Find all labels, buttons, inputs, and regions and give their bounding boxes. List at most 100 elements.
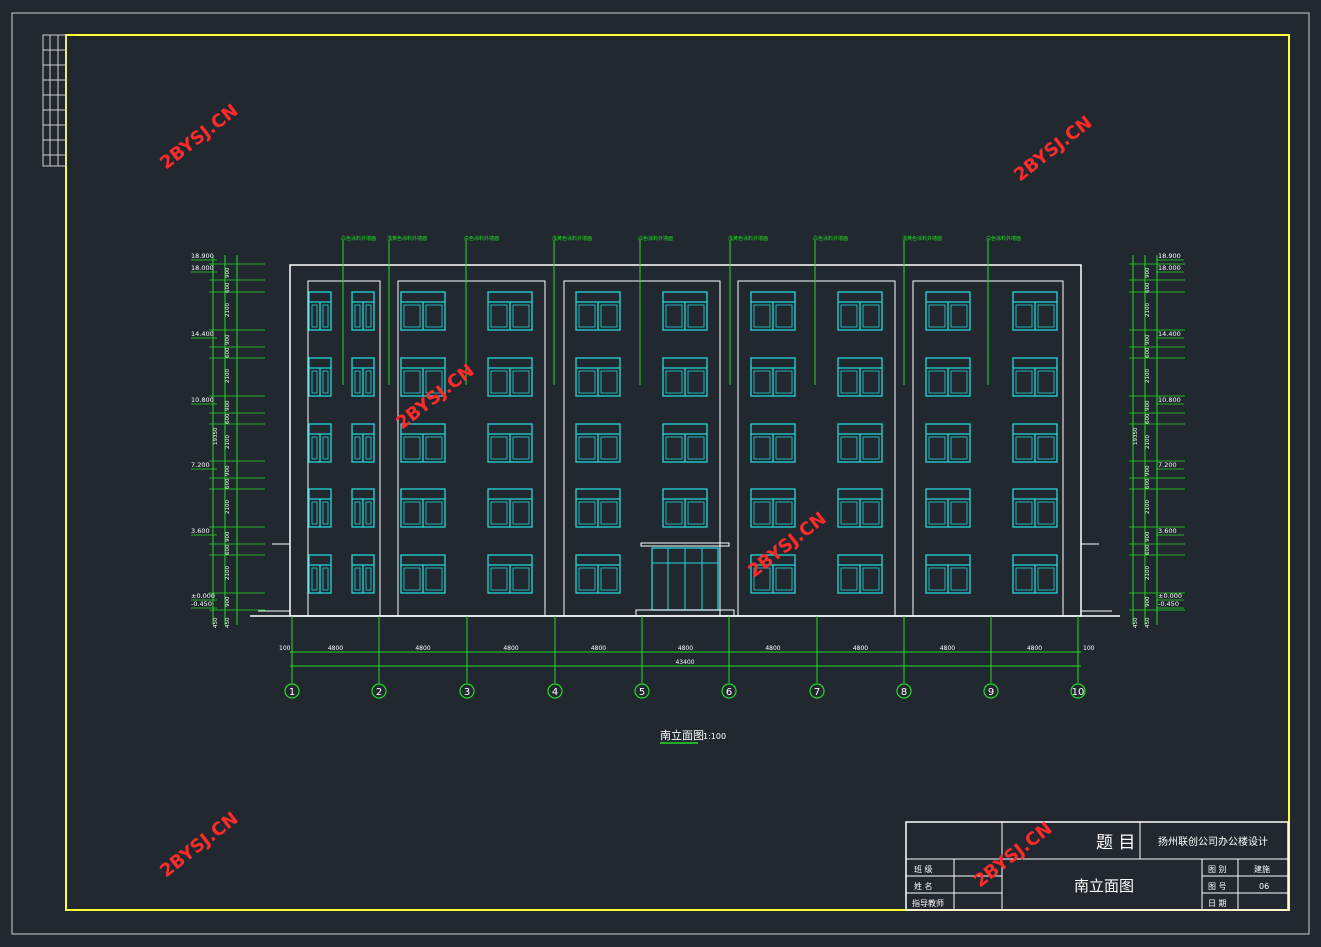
annotation-text: 浅黄色涂料外墙面	[728, 235, 768, 242]
window-sash	[354, 304, 361, 328]
window-sash	[512, 304, 530, 328]
window-sash	[687, 304, 705, 328]
vertical-dim-text: 600	[225, 544, 231, 555]
vertical-dim-text: 450	[213, 617, 219, 628]
vertical-dim-text: 2100	[225, 500, 231, 514]
bay-dim-text: 4800	[940, 645, 955, 652]
window-sash	[490, 370, 508, 394]
title-block: 题 目 扬州联创公司办公楼设计 南立面图 班 级 姓 名 指导教师 图 别 图 …	[905, 821, 1289, 911]
window-sash	[354, 436, 361, 460]
window-sash	[753, 501, 771, 525]
window-sash	[1015, 567, 1033, 591]
window-sash	[403, 304, 421, 328]
bay-dim-text: 4800	[678, 645, 693, 652]
window-sash	[862, 436, 880, 460]
vertical-dim-text: 2100	[1145, 303, 1151, 317]
entrance-canopy	[640, 542, 730, 547]
entrance-steps	[635, 609, 735, 617]
window	[487, 423, 533, 463]
window	[662, 488, 708, 528]
level-label: 3.600	[1158, 527, 1177, 535]
bay-dim-text: 4800	[328, 645, 343, 652]
vertical-dim-text: 600	[225, 413, 231, 424]
vertical-dim-text: 2100	[225, 369, 231, 383]
window	[750, 488, 796, 528]
window-sash	[862, 370, 880, 394]
window	[487, 554, 533, 594]
window-sash	[578, 370, 596, 394]
window	[400, 488, 446, 528]
title-number-label: 图 号	[1208, 882, 1227, 891]
vertical-dim-text: 19350	[213, 427, 219, 445]
window-sash	[753, 370, 771, 394]
bay-dim-text: 4800	[853, 645, 868, 652]
level-label: 10.800	[191, 396, 214, 404]
window-sash	[950, 370, 968, 394]
window-sash	[578, 436, 596, 460]
vertical-dim-text: 600	[1145, 347, 1151, 358]
axis-label: 3	[464, 687, 470, 698]
window-sash	[403, 370, 421, 394]
window-sash	[578, 501, 596, 525]
window-sash	[322, 304, 329, 328]
window	[837, 357, 883, 397]
axis-label: 5	[639, 687, 645, 698]
watermark: 2BYSJ.CN	[1010, 112, 1096, 186]
window-sash	[950, 501, 968, 525]
window-sash	[840, 436, 858, 460]
dimension-lines: 白色涂料外墙面 浅黄色涂料外墙面 白色涂料外墙面 浅黄色涂料外墙面 白色涂料外墙面 浅黄色…	[191, 235, 1185, 699]
window	[925, 423, 971, 463]
level-label: 18.000	[1158, 264, 1181, 272]
vertical-dim-text: 900	[1145, 531, 1151, 542]
window-sash	[311, 567, 318, 591]
window-sash	[490, 567, 508, 591]
bay-dim-text: 4800	[591, 645, 606, 652]
window	[487, 291, 533, 331]
window-sash	[840, 304, 858, 328]
axis-label: 6	[726, 687, 732, 698]
window-sash	[354, 370, 361, 394]
window-sash	[403, 436, 421, 460]
window-sash	[403, 501, 421, 525]
window-sash	[354, 501, 361, 525]
vertical-dim-text: 900	[225, 400, 231, 411]
title-drawing-name: 南立面图	[1074, 877, 1134, 895]
window-sash	[512, 370, 530, 394]
vertical-dim-text: 600	[1145, 478, 1151, 489]
window-sash	[753, 436, 771, 460]
vertical-dim-text: 900	[1145, 596, 1151, 607]
binding-grid	[42, 34, 67, 167]
window	[750, 291, 796, 331]
window-sash	[665, 501, 683, 525]
window	[750, 357, 796, 397]
vertical-dim-text: 600	[1145, 413, 1151, 424]
window-sash	[600, 567, 618, 591]
window-narrow	[308, 357, 332, 397]
window	[1012, 291, 1058, 331]
window-narrow	[308, 488, 332, 528]
axis-label: 9	[988, 687, 994, 698]
vertical-dim-text: 900	[225, 267, 231, 278]
vertical-dim-text: 900	[1145, 400, 1151, 411]
window	[837, 554, 883, 594]
vertical-dim-text: 450	[1133, 617, 1139, 628]
window-sash	[1037, 370, 1055, 394]
window-sash	[311, 436, 318, 460]
window-sash	[490, 436, 508, 460]
watermark: 2BYSJ.CN	[156, 100, 242, 174]
window-sash	[1015, 370, 1033, 394]
window-sash	[1015, 436, 1033, 460]
window	[1012, 488, 1058, 528]
drawing-canvas: 白色涂料外墙面 浅黄色涂料外墙面 白色涂料外墙面 浅黄色涂料外墙面 白色涂料外墙面 浅黄色…	[11, 12, 1310, 935]
drawing-caption: 南立面图	[660, 728, 704, 742]
title-class-label: 班 级	[914, 864, 933, 874]
vertical-dim-text: 600	[225, 478, 231, 489]
level-label: -0.450	[191, 600, 212, 608]
vertical-dim-text: 19350	[1133, 427, 1139, 445]
window	[925, 488, 971, 528]
window	[575, 488, 621, 528]
vertical-dim-text: 2100	[225, 566, 231, 580]
axis-label: 10	[1072, 687, 1085, 698]
window-sash	[687, 501, 705, 525]
window	[1012, 554, 1058, 594]
